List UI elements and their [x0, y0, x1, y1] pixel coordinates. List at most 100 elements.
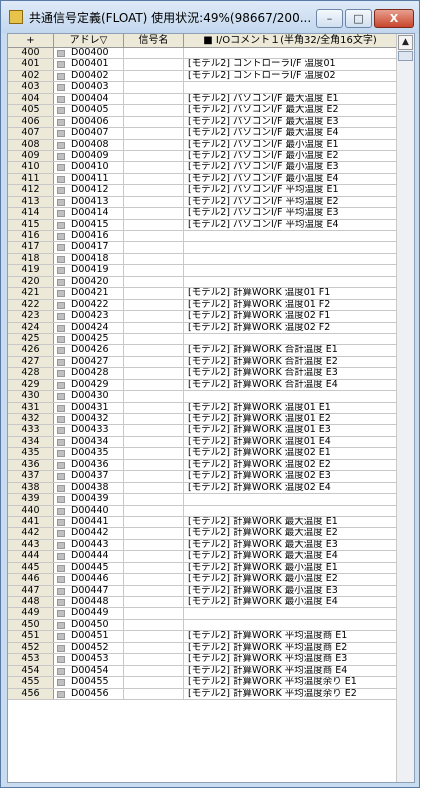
- signal-name-cell[interactable]: [124, 139, 184, 150]
- address-cell[interactable]: D00424: [54, 322, 124, 333]
- table-row[interactable]: 406 D00406 [モデル2] パソコンI/F 最大温度 E3: [8, 116, 396, 129]
- io-comment-cell[interactable]: [モデル2] コントローラI/F 温度01: [184, 59, 396, 69]
- io-comment-cell[interactable]: [モデル2] 計算WORK 温度02 E1: [184, 448, 396, 458]
- signal-name-cell[interactable]: [124, 196, 184, 208]
- signal-name-cell[interactable]: [124, 59, 184, 70]
- signal-name-cell[interactable]: [124, 677, 184, 688]
- table-row[interactable]: 443 D00443 [モデル2] 計算WORK 最大温度 E3: [8, 539, 396, 552]
- io-comment-cell[interactable]: [モデル2] 計算WORK 合計温度 E2: [184, 357, 396, 367]
- address-cell[interactable]: D00432: [54, 414, 124, 425]
- io-comment-cell[interactable]: [モデル2] 計算WORK 温度01 E2: [184, 414, 396, 424]
- signal-name-cell[interactable]: [124, 448, 184, 459]
- table-row[interactable]: 437 D00437 [モデル2] 計算WORK 温度02 E3: [8, 470, 396, 483]
- address-cell[interactable]: D00406: [54, 116, 124, 128]
- signal-name-cell[interactable]: [124, 471, 184, 482]
- address-cell[interactable]: D00436: [54, 459, 124, 471]
- signal-name-cell[interactable]: [124, 642, 184, 654]
- address-cell[interactable]: D00446: [54, 574, 124, 585]
- address-cell[interactable]: D00445: [54, 562, 124, 574]
- row-number[interactable]: 449: [8, 608, 54, 619]
- signal-name-cell[interactable]: [124, 288, 184, 299]
- table-row[interactable]: 404 D00404 [モデル2] パソコンI/F 最大温度 E1: [8, 93, 396, 106]
- header-io-comment[interactable]: ■ I/Oコメント１(半角32/全角16文字): [184, 34, 396, 47]
- io-comment-cell[interactable]: [モデル2] 計算WORK 温度02 F1: [184, 311, 396, 321]
- table-row[interactable]: 425 D00425: [8, 333, 396, 346]
- table-row[interactable]: 409 D00409 [モデル2] パソコンI/F 最小温度 E2: [8, 150, 396, 163]
- row-number[interactable]: 423: [8, 310, 54, 322]
- row-number[interactable]: 442: [8, 528, 54, 539]
- table-row[interactable]: 417 D00417: [8, 242, 396, 254]
- row-number[interactable]: 415: [8, 219, 54, 230]
- table-row[interactable]: 416 D00416: [8, 230, 396, 243]
- signal-name-cell[interactable]: [124, 688, 184, 699]
- io-comment-cell[interactable]: [184, 620, 396, 630]
- address-cell[interactable]: D00421: [54, 288, 124, 299]
- row-number[interactable]: 427: [8, 356, 54, 368]
- header-signal-name[interactable]: 信号名: [124, 34, 184, 47]
- row-number[interactable]: 411: [8, 173, 54, 185]
- table-row[interactable]: 430 D00430: [8, 390, 396, 403]
- table-row[interactable]: 431 D00431 [モデル2] 計算WORK 温度01 E1: [8, 402, 396, 414]
- io-comment-cell[interactable]: [モデル2] 計算WORK 温度01 E3: [184, 425, 396, 435]
- row-number[interactable]: 407: [8, 127, 54, 139]
- header-row-number[interactable]: +: [8, 34, 54, 47]
- io-comment-cell[interactable]: [モデル2] 計算WORK 最大温度 E2: [184, 528, 396, 538]
- address-cell[interactable]: D00417: [54, 242, 124, 253]
- io-comment-cell[interactable]: [モデル2] 計算WORK 温度01 E1: [184, 403, 396, 413]
- table-row[interactable]: 454 D00454 [モデル2] 計算WORK 平均温度商 E4: [8, 665, 396, 678]
- io-comment-cell[interactable]: [モデル2] 計算WORK 最小温度 E1: [184, 563, 396, 573]
- signal-name-cell[interactable]: [124, 208, 184, 219]
- row-number[interactable]: 402: [8, 70, 54, 82]
- address-cell[interactable]: D00451: [54, 631, 124, 642]
- row-number[interactable]: 409: [8, 150, 54, 162]
- row-number[interactable]: 429: [8, 379, 54, 391]
- io-comment-cell[interactable]: [モデル2] パソコンI/F 平均温度 E2: [184, 197, 396, 207]
- signal-name-cell[interactable]: [124, 585, 184, 596]
- io-comment-cell[interactable]: [モデル2] パソコンI/F 最小温度 E2: [184, 151, 396, 161]
- table-row[interactable]: 452 D00452 [モデル2] 計算WORK 平均温度商 E2: [8, 642, 396, 655]
- row-number[interactable]: 443: [8, 539, 54, 551]
- signal-name-cell[interactable]: [124, 265, 184, 276]
- signal-name-cell[interactable]: [124, 654, 184, 665]
- io-comment-cell[interactable]: [モデル2] 計算WORK 合計温度 E1: [184, 345, 396, 355]
- signal-name-cell[interactable]: [124, 459, 184, 471]
- row-number[interactable]: 416: [8, 230, 54, 242]
- address-cell[interactable]: D00447: [54, 585, 124, 596]
- table-row[interactable]: 445 D00445 [モデル2] 計算WORK 最小温度 E1: [8, 562, 396, 575]
- scroll-thumb[interactable]: [398, 51, 413, 61]
- maximize-button[interactable]: □: [345, 9, 372, 28]
- row-number[interactable]: 404: [8, 93, 54, 105]
- io-comment-cell[interactable]: [モデル2] 計算WORK 平均温度商 E4: [184, 666, 396, 676]
- io-comment-cell[interactable]: [モデル2] パソコンI/F 平均温度 E4: [184, 220, 396, 230]
- table-row[interactable]: 407 D00407 [モデル2] パソコンI/F 最大温度 E4: [8, 127, 396, 140]
- address-cell[interactable]: D00433: [54, 425, 124, 436]
- table-row[interactable]: 428 D00428 [モデル2] 計算WORK 合計温度 E3: [8, 368, 396, 380]
- row-number[interactable]: 454: [8, 665, 54, 677]
- signal-name-cell[interactable]: [124, 665, 184, 677]
- row-number[interactable]: 400: [8, 47, 54, 59]
- io-comment-cell[interactable]: [184, 48, 396, 58]
- io-comment-cell[interactable]: [モデル2] パソコンI/F 最大温度 E4: [184, 128, 396, 138]
- io-comment-cell[interactable]: [モデル2] パソコンI/F 最小温度 E4: [184, 174, 396, 184]
- row-number[interactable]: 435: [8, 448, 54, 459]
- row-number[interactable]: 413: [8, 196, 54, 208]
- address-cell[interactable]: D00412: [54, 185, 124, 196]
- row-number[interactable]: 453: [8, 653, 54, 665]
- table-row[interactable]: 405 D00405 [モデル2] パソコンI/F 最大温度 E2: [8, 104, 396, 117]
- signal-name-cell[interactable]: [124, 425, 184, 436]
- row-number[interactable]: 444: [8, 551, 54, 562]
- address-cell[interactable]: D00441: [54, 516, 124, 528]
- io-comment-cell[interactable]: [モデル2] パソコンI/F 平均温度 E1: [184, 185, 396, 195]
- row-number[interactable]: 432: [8, 413, 54, 425]
- signal-name-cell[interactable]: [124, 631, 184, 642]
- io-comment-cell[interactable]: [モデル2] パソコンI/F 最大温度 E2: [184, 105, 396, 115]
- table-row[interactable]: 420 D00420: [8, 276, 396, 289]
- address-cell[interactable]: D00413: [54, 196, 124, 208]
- io-comment-cell[interactable]: [モデル2] パソコンI/F 最大温度 E1: [184, 94, 396, 104]
- row-number[interactable]: 446: [8, 573, 54, 585]
- table-row[interactable]: 447 D00447 [モデル2] 計算WORK 最小温度 E3: [8, 585, 396, 597]
- io-comment-cell[interactable]: [モデル2] パソコンI/F 最小温度 E3: [184, 162, 396, 172]
- address-cell[interactable]: D00404: [54, 93, 124, 105]
- table-row[interactable]: 436 D00436 [モデル2] 計算WORK 温度02 E2: [8, 459, 396, 472]
- row-number[interactable]: 401: [8, 59, 54, 70]
